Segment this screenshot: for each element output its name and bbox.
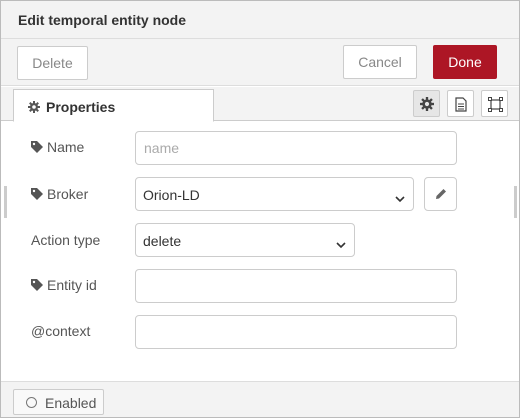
done-button[interactable]: Done — [433, 45, 497, 79]
action-type-selected-value: delete — [143, 233, 182, 249]
broker-label: Broker — [47, 186, 89, 202]
dialog-titlebar: Edit temporal entity node — [1, 1, 519, 39]
context-label: @context — [31, 323, 91, 339]
entity-id-label: Entity id — [47, 277, 97, 293]
dialog-toolbar: Delete Cancel Done — [1, 39, 519, 86]
description-tab-button[interactable] — [447, 90, 474, 117]
resize-grip-right[interactable] — [514, 186, 517, 218]
circle-icon — [26, 397, 37, 408]
appearance-tab-button[interactable] — [481, 90, 508, 117]
enabled-toggle[interactable]: Enabled — [13, 389, 104, 415]
resize-grip-left[interactable] — [4, 186, 7, 218]
chevron-down-icon — [336, 236, 346, 252]
settings-tab-button[interactable] — [413, 90, 440, 117]
broker-label-row: Broker — [31, 186, 88, 203]
broker-selected-value: Orion-LD — [143, 187, 200, 203]
gear-icon — [28, 100, 40, 116]
dialog-title: Edit temporal entity node — [18, 12, 187, 28]
context-label-row: @context — [31, 323, 90, 339]
broker-select[interactable]: Orion-LD — [135, 177, 414, 211]
tag-icon — [31, 140, 43, 156]
name-label-row: Name — [31, 139, 84, 156]
action-type-label-row: Action type — [31, 232, 100, 248]
tag-icon — [31, 187, 43, 203]
name-label: Name — [47, 139, 85, 155]
tab-bar: Properties — [1, 87, 519, 122]
chevron-down-icon — [395, 190, 405, 206]
action-type-select[interactable]: delete — [135, 223, 355, 257]
delete-button[interactable]: Delete — [17, 46, 88, 80]
entity-id-label-row: Entity id — [31, 277, 97, 294]
action-type-label: Action type — [31, 232, 101, 248]
name-input[interactable] — [135, 131, 457, 165]
enabled-label: Enabled — [45, 395, 97, 411]
tab-properties-label: Properties — [46, 99, 116, 115]
edit-broker-button[interactable] — [424, 177, 457, 211]
entity-id-input[interactable] — [135, 269, 457, 303]
dialog-footer: Enabled — [1, 381, 519, 417]
tag-icon — [31, 278, 43, 294]
cancel-button[interactable]: Cancel — [343, 45, 417, 79]
tab-properties[interactable]: Properties — [13, 89, 214, 122]
edit-dialog: Edit temporal entity node Delete Cancel … — [0, 0, 520, 418]
context-input[interactable] — [135, 315, 457, 349]
